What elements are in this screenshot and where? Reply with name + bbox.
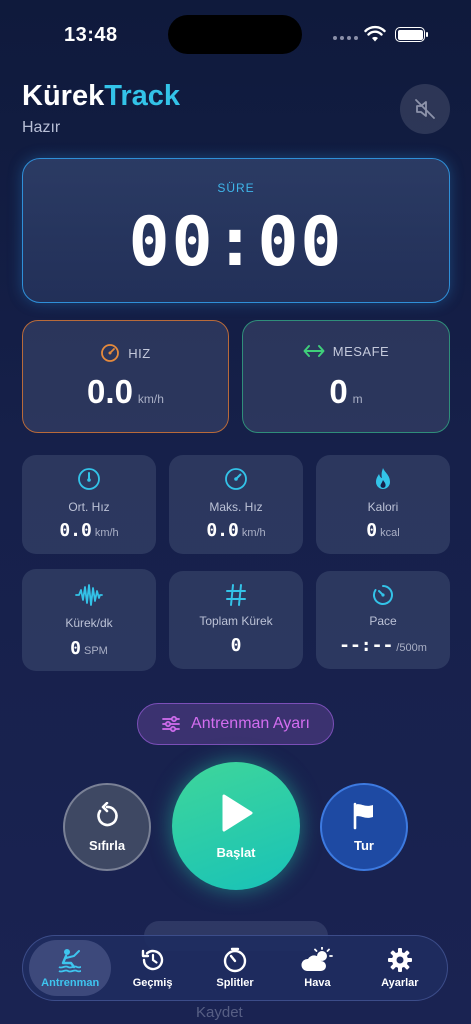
distance-value: 0 xyxy=(329,373,348,410)
reset-arrow-icon xyxy=(97,801,118,826)
reset-label: Sıfırla xyxy=(88,837,126,853)
stroke-rate-unit: SPM xyxy=(84,645,108,657)
save-label: Kaydet xyxy=(196,1004,243,1021)
tab-settings[interactable]: Ayarlar xyxy=(359,940,441,996)
tab-weather[interactable]: Hava xyxy=(276,940,358,996)
history-icon xyxy=(141,949,163,971)
flag-icon xyxy=(353,802,373,829)
duration-value: 00:00 xyxy=(128,203,344,282)
duration-label: SÜRE xyxy=(217,181,255,195)
timer-icon xyxy=(373,585,393,605)
speedometer-icon xyxy=(225,468,247,490)
lap-button[interactable]: Tur xyxy=(320,783,408,871)
status-bar: 13:48 xyxy=(0,0,471,64)
total-strokes-card: Toplam Kürek 0 xyxy=(169,571,303,669)
workout-settings-button[interactable]: Antrenman Ayarı xyxy=(137,703,334,745)
speed-value: 0.0 xyxy=(87,373,133,410)
speed-card: HIZ 0.0 km/h xyxy=(22,320,229,433)
max-speed-label: Maks. Hız xyxy=(209,500,263,514)
speed-unit: km/h xyxy=(137,392,164,406)
tab-training[interactable]: Antrenman xyxy=(29,940,112,996)
flame-icon xyxy=(376,468,390,489)
max-speed-card: Maks. Hız 0.0 km/h xyxy=(169,455,303,554)
gauge-icon xyxy=(78,468,100,490)
session-status: Hazır xyxy=(22,119,61,136)
weather-icon xyxy=(301,947,334,971)
reset-button[interactable]: Sıfırla xyxy=(63,783,151,871)
calories-card: Kalori 0 kcal xyxy=(316,455,450,554)
start-label: Başlat xyxy=(216,844,256,860)
stroke-rate-value: 0 xyxy=(70,638,81,659)
avg-speed-unit: km/h xyxy=(94,527,119,539)
lap-label: Tur xyxy=(354,837,374,853)
tab-history-label: Geçmiş xyxy=(132,977,173,989)
stopwatch-icon xyxy=(223,947,247,973)
pace-card: Pace --:-- /500m xyxy=(316,571,450,669)
status-time: 13:48 xyxy=(64,24,118,46)
stroke-rate-label: Kürek/dk xyxy=(65,616,113,630)
pace-unit: /500m xyxy=(396,642,427,654)
play-icon xyxy=(222,794,253,831)
tab-settings-label: Ayarlar xyxy=(381,977,419,989)
calories-label: Kalori xyxy=(367,500,399,514)
max-speed-value: 0.0 xyxy=(206,520,239,541)
pace-value: --:-- xyxy=(339,635,394,656)
tab-splits[interactable]: Splitler xyxy=(194,940,276,996)
dynamic-island xyxy=(168,15,302,54)
gear-icon xyxy=(387,948,412,972)
tab-bar: Antrenman Geçmiş Splitler Hava Ayarlar xyxy=(22,935,448,1001)
calories-unit: kcal xyxy=(380,527,400,539)
sound-toggle-button[interactable] xyxy=(400,84,450,134)
wifi-icon xyxy=(364,25,386,42)
tab-splits-label: Splitler xyxy=(216,977,254,989)
cellular-signal-icon xyxy=(333,36,358,40)
speed-label: HIZ xyxy=(128,345,151,361)
distance-unit: m xyxy=(352,392,363,406)
speaker-muted-icon xyxy=(415,99,435,119)
sliders-icon xyxy=(162,715,180,733)
battery-icon xyxy=(395,27,428,42)
left-right-arrow-icon xyxy=(303,345,325,357)
app-title-part1: Kürek xyxy=(22,80,105,112)
waveform-icon xyxy=(75,584,103,606)
avg-speed-label: Ort. Hız xyxy=(68,500,110,514)
total-strokes-value: 0 xyxy=(230,635,242,656)
calories-value: 0 xyxy=(366,520,378,541)
speedometer-icon xyxy=(101,344,120,362)
start-button[interactable]: Başlat xyxy=(172,762,300,890)
duration-card: SÜRE 00:00 xyxy=(22,158,450,303)
total-strokes-label: Toplam Kürek xyxy=(199,614,273,628)
max-speed-unit: km/h xyxy=(241,527,266,539)
tab-weather-label: Hava xyxy=(304,977,331,989)
workout-settings-label: Antrenman Ayarı xyxy=(191,715,310,732)
hash-icon xyxy=(226,584,246,606)
app-title: KürekTrack xyxy=(22,80,180,113)
avg-speed-value: 0.0 xyxy=(59,520,92,541)
stroke-rate-card: Kürek/dk 0 SPM xyxy=(22,569,156,671)
distance-card: MESAFE 0 m xyxy=(242,320,450,433)
distance-label: MESAFE xyxy=(332,343,390,359)
avg-speed-card: Ort. Hız 0.0 km/h xyxy=(22,455,156,554)
tab-history[interactable]: Geçmiş xyxy=(111,940,193,996)
app-title-part2: Track xyxy=(104,80,180,112)
pace-label: Pace xyxy=(369,614,397,628)
tab-training-label: Antrenman xyxy=(41,977,100,989)
rowing-icon xyxy=(58,949,82,973)
